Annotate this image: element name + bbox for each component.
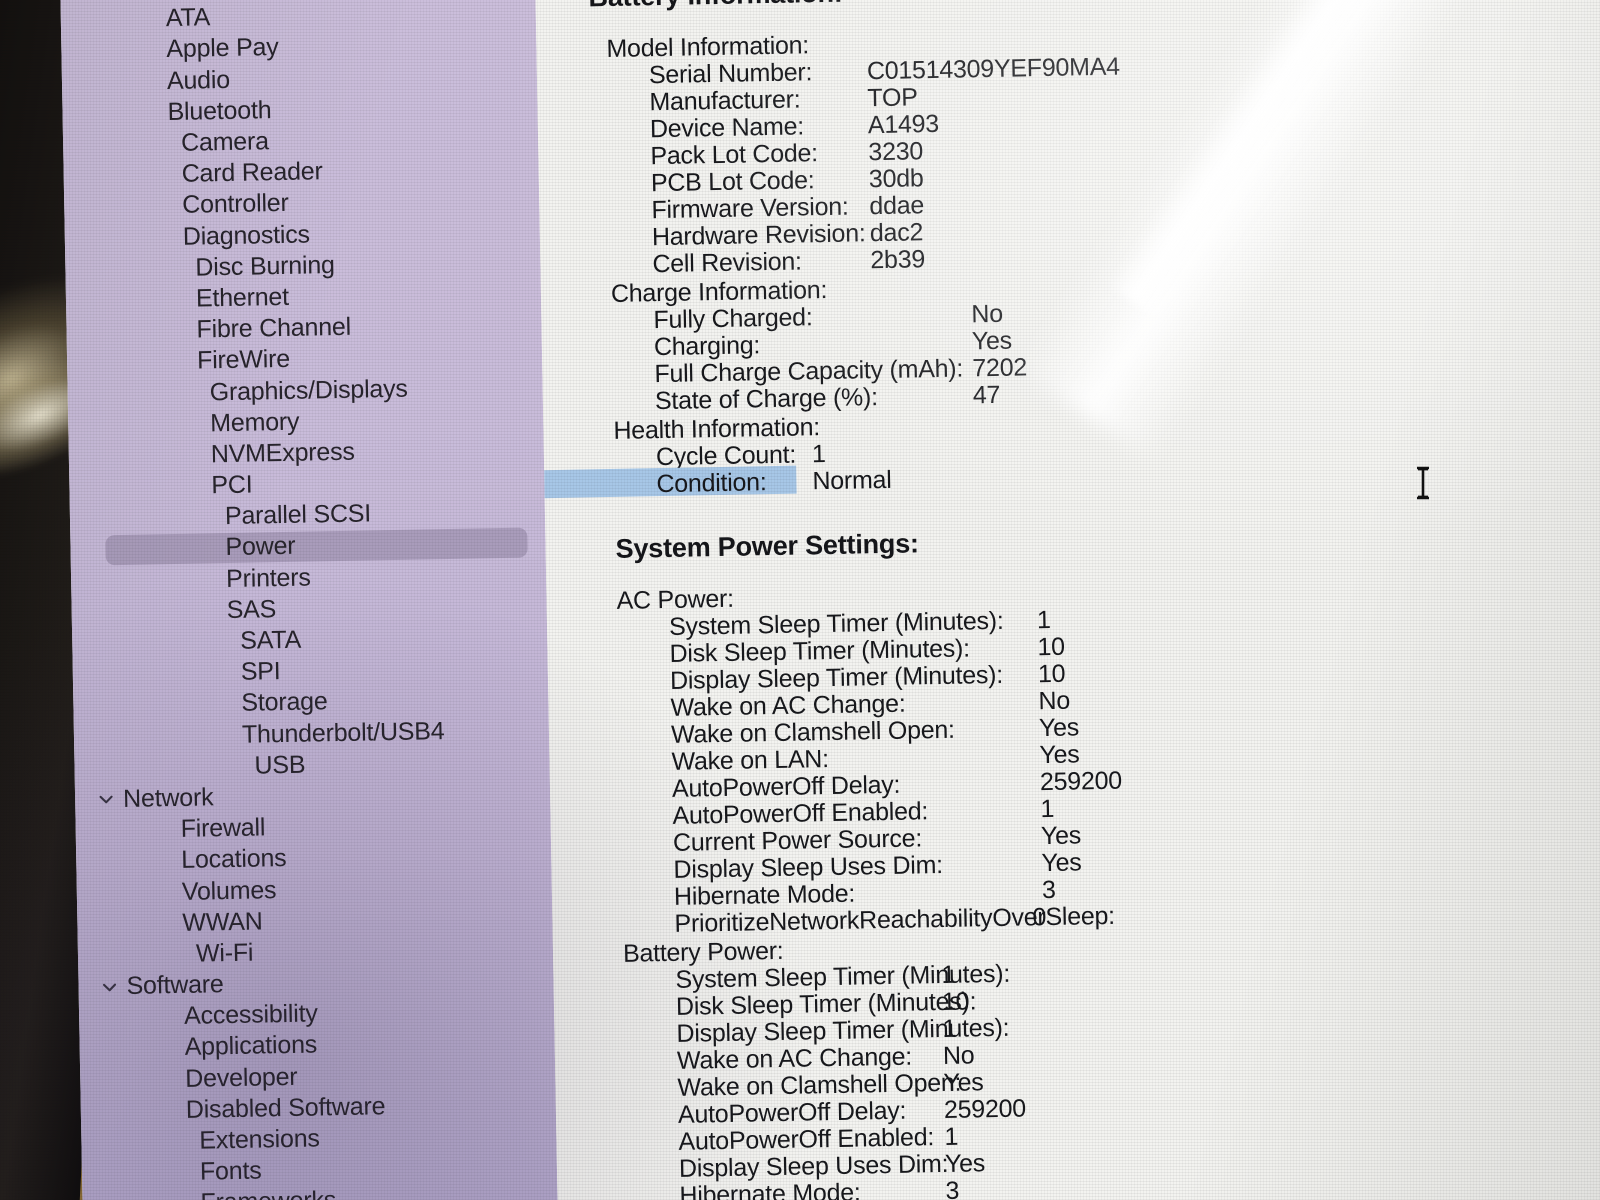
sidebar-group-label: Software: [126, 970, 224, 1001]
sidebar-item-label: Controller: [182, 189, 289, 220]
sidebar-item-label: FireWire: [196, 345, 291, 375]
row-value: Yes: [1041, 848, 1082, 878]
sidebar-item-label: Bluetooth: [167, 95, 272, 126]
sidebar-item-label: Fonts: [199, 1156, 262, 1186]
row-value: No: [942, 1041, 975, 1070]
sidebar-item-label: Thunderbolt/USB4: [241, 716, 445, 749]
row-key: State of Charge (%):: [654, 383, 879, 416]
sidebar-item-label: Audio: [166, 65, 231, 95]
row-value: 3: [945, 1176, 960, 1200]
sidebar-item-label: Frameworks: [200, 1187, 336, 1200]
row-value: 1: [811, 440, 826, 469]
sidebar-item-label: SATA: [239, 625, 302, 655]
row-value: 3230: [868, 137, 924, 167]
system-power-settings-heading: System Power Settings:: [615, 528, 920, 564]
sidebar-item-label: PCI: [211, 470, 253, 500]
sidebar-item-label: Wi-Fi: [195, 938, 254, 968]
row-value: Yes: [944, 1149, 986, 1178]
sidebar-item-label: Accessibility: [183, 999, 318, 1031]
sidebar-item-label: USB: [254, 750, 306, 780]
row-value: 1: [941, 960, 956, 990]
sidebar-item-label: Extensions: [199, 1124, 320, 1155]
sidebar-item-label: Printers: [225, 563, 311, 593]
sidebar-item-label: Developer: [185, 1062, 298, 1093]
chevron-down-icon[interactable]: [100, 978, 118, 996]
model-information-block: Model Information: Serial Number: C015143…: [536, 16, 1600, 280]
row-value: 30db: [868, 164, 924, 194]
row-value: Normal: [812, 465, 892, 496]
content-pane: Battery Information: Model Information: …: [534, 0, 1600, 1200]
row-value: TOP: [867, 83, 918, 113]
sidebar-item-label: Power: [225, 532, 296, 562]
row-value: Yes: [1040, 821, 1082, 851]
sidebar-list[interactable]: HardwareATAApple PayAudioBluetoothCamera…: [60, 0, 558, 1200]
row-key: Cell Revision:: [652, 247, 802, 279]
sidebar-item-label: Ethernet: [195, 282, 290, 313]
row-value: 259200: [1039, 766, 1123, 797]
sidebar-item-label: Camera: [180, 127, 270, 157]
sidebar-item-label: Applications: [184, 1030, 318, 1062]
sidebar-item-label: Graphics/Displays: [209, 374, 408, 406]
battery-information-heading: Battery Information:: [588, 0, 1600, 13]
row-value: 10: [1037, 659, 1066, 689]
ac-power-block: AC Power: System Sleep Timer (Minutes): 1…: [546, 568, 1600, 940]
sidebar-item-label: Parallel SCSI: [224, 499, 372, 531]
row-value: 1: [942, 1014, 957, 1044]
row-value: 10: [1037, 632, 1066, 662]
row-value: Yes: [943, 1068, 984, 1097]
sidebar-item-label: Fibre Channel: [196, 312, 352, 344]
sidebar-item-label: SPI: [240, 657, 281, 687]
sidebar-item-label: Memory: [209, 407, 300, 438]
sidebar[interactable]: HardwareATAApple PayAudioBluetoothCamera…: [60, 0, 559, 1200]
sidebar-group-label: Network: [122, 783, 214, 813]
row-value: No: [971, 299, 1004, 329]
row-value: 2b39: [870, 245, 926, 275]
row-value: A1493: [867, 109, 940, 140]
row-key: Hibernate Mode:: [679, 1178, 861, 1200]
row-value: 1: [1036, 605, 1051, 635]
sidebar-item-label: WWAN: [182, 907, 263, 937]
sidebar-item-label: Card Reader: [181, 157, 323, 189]
sidebar-item-label: Diagnostics: [182, 220, 311, 251]
row-value: 10: [941, 987, 970, 1017]
photo-scene: HardwareATAApple PayAudioBluetoothCamera…: [0, 0, 1600, 1200]
row-value: 7202: [972, 353, 1028, 383]
charge-information-block: Charge Information: Fully Charged: No Char…: [541, 261, 1600, 417]
row-value: 1: [944, 1122, 959, 1151]
row-value: 3: [1041, 875, 1056, 905]
sidebar-item-label: Disabled Software: [185, 1092, 386, 1124]
row-value: Yes: [1038, 713, 1080, 743]
row-key: Condition:: [656, 468, 767, 499]
sidebar-item-label: Storage: [241, 687, 328, 718]
sidebar-item-label: Apple Pay: [166, 33, 279, 64]
sidebar-item-label: SAS: [226, 594, 277, 624]
row-value: 47: [972, 380, 1001, 410]
sidebar-item-label: NVMExpress: [210, 437, 355, 469]
sidebar-item-label: Locations: [181, 844, 287, 875]
battery-power-block: Battery Power: System Sleep Timer (Minut…: [553, 921, 1600, 1200]
row-value: Yes: [971, 326, 1013, 356]
sidebar-item-label: Firewall: [180, 813, 266, 844]
row-value: 1: [1040, 794, 1055, 824]
row-value: dac2: [869, 218, 924, 248]
sidebar-item-label: Disc Burning: [195, 250, 335, 282]
row-value: No: [1038, 686, 1071, 716]
sidebar-item-label: ATA: [165, 3, 211, 33]
row-value: Yes: [1039, 740, 1080, 770]
row-value: 259200: [943, 1094, 1027, 1124]
chevron-down-icon[interactable]: [97, 791, 115, 809]
system-information-window: HardwareATAApple PayAudioBluetoothCamera…: [60, 0, 1600, 1200]
row-value: ddae: [869, 191, 925, 221]
sidebar-item-label: Volumes: [181, 875, 277, 906]
